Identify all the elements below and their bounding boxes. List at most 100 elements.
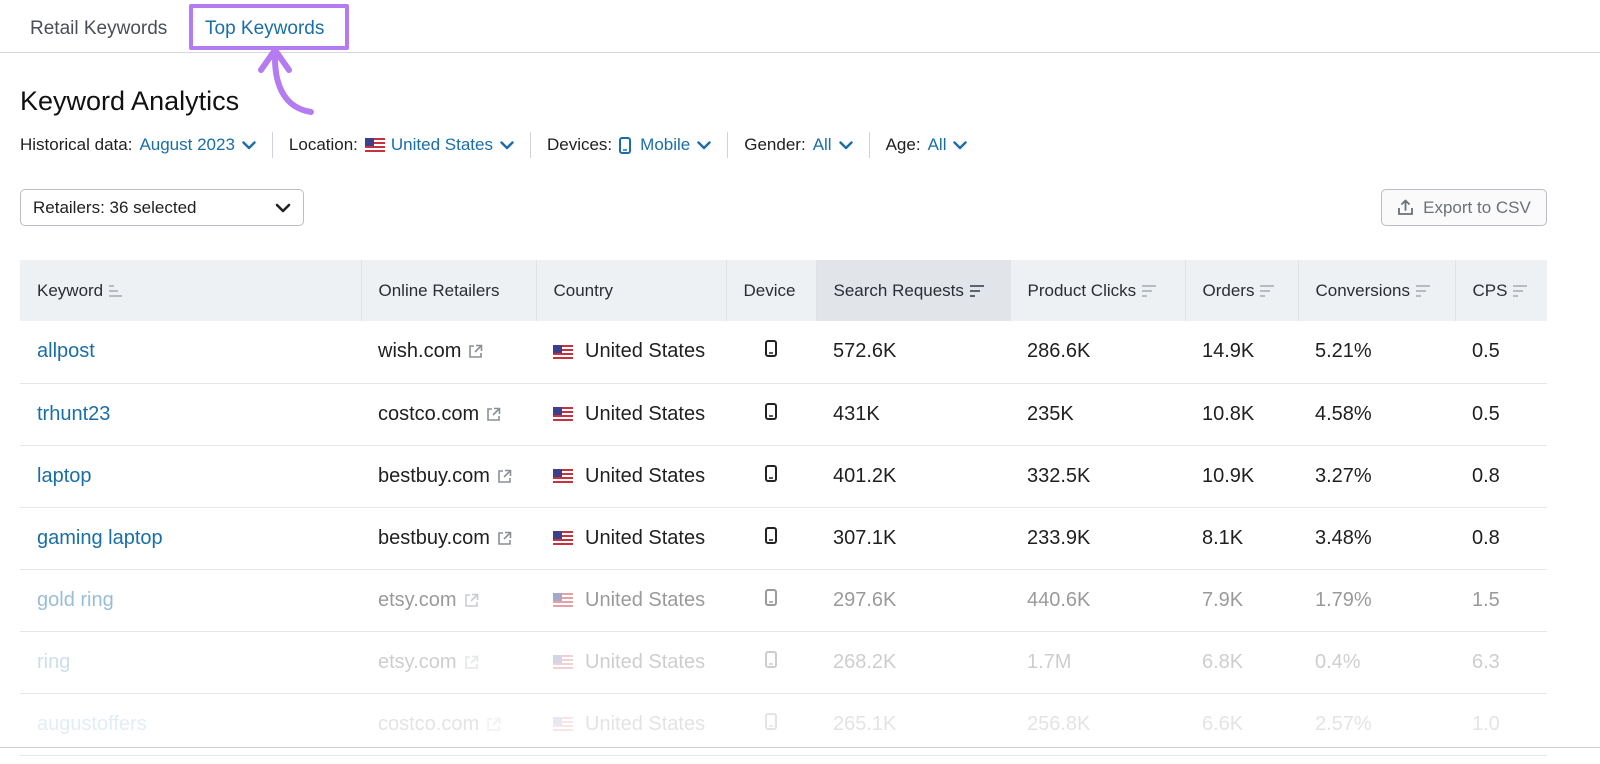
country-text: United States bbox=[585, 464, 706, 487]
cell-product-clicks: 233.9K bbox=[1010, 507, 1185, 570]
filter-gender-value: All bbox=[812, 135, 832, 154]
keyword-link[interactable]: augustoffers bbox=[37, 713, 147, 735]
sort-icon bbox=[1260, 285, 1275, 298]
filter-age: Age: All bbox=[870, 132, 984, 158]
cell-country: United States bbox=[536, 445, 726, 508]
cell-keyword: gaming laptop bbox=[20, 507, 361, 570]
column-header-search-requests[interactable]: Search Requests bbox=[816, 260, 1011, 321]
table-row: laptop bestbuy.com United States 401.2K 332.… bbox=[20, 445, 1547, 508]
mobile-phone-icon bbox=[765, 526, 777, 544]
sort-icon bbox=[1513, 285, 1528, 298]
cell-conversions: 1.79% bbox=[1298, 569, 1455, 632]
column-header-orders[interactable]: Orders bbox=[1185, 260, 1299, 321]
cell-country: United States bbox=[536, 383, 726, 446]
column-header-cps[interactable]: CPS bbox=[1455, 260, 1547, 321]
cell-conversions: 4.58% bbox=[1298, 383, 1455, 446]
filter-historical-dropdown[interactable]: August 2023 bbox=[139, 135, 256, 155]
cell-conversions: 0.4% bbox=[1298, 631, 1455, 694]
table-row: ring etsy.com United States 268.2K 1.7M 6.8K 0… bbox=[20, 631, 1547, 694]
filter-historical: Historical data: August 2023 bbox=[20, 132, 273, 158]
column-header-keyword[interactable]: Keyword bbox=[20, 260, 362, 321]
cell-cps: 6.3 bbox=[1455, 631, 1547, 694]
us-flag-icon bbox=[553, 344, 573, 359]
keyword-link[interactable]: ring bbox=[37, 651, 70, 673]
cell-retailer: bestbuy.com bbox=[361, 445, 536, 508]
cell-cps: 0.8 bbox=[1455, 445, 1547, 508]
export-csv-button[interactable]: Export to CSV bbox=[1381, 189, 1547, 226]
cell-retailer: bestbuy.com bbox=[361, 507, 536, 570]
tab-retail-keywords[interactable]: Retail Keywords bbox=[30, 18, 167, 40]
filter-location: Location: United States bbox=[273, 132, 531, 158]
cell-country: United States bbox=[536, 569, 726, 632]
column-header-online-retailers: Online Retailers bbox=[361, 260, 537, 321]
sort-descending-icon bbox=[969, 285, 984, 298]
keyword-link[interactable]: allpost bbox=[37, 340, 95, 362]
column-header-label: Orders bbox=[1202, 280, 1255, 300]
column-header-conversions[interactable]: Conversions bbox=[1298, 260, 1456, 321]
column-header-label: Country bbox=[553, 280, 614, 300]
external-link-icon[interactable] bbox=[497, 531, 512, 546]
filter-location-label: Location: bbox=[288, 135, 358, 154]
external-link-icon[interactable] bbox=[497, 469, 512, 484]
filter-location-dropdown[interactable]: United States bbox=[364, 135, 514, 155]
page-title: Keyword Analytics bbox=[20, 86, 240, 116]
cell-keyword: allpost bbox=[20, 321, 361, 384]
filter-devices-dropdown[interactable]: Mobile bbox=[619, 135, 711, 155]
cell-cps: 1.5 bbox=[1455, 569, 1547, 632]
column-header-device: Device bbox=[726, 260, 817, 321]
keyword-link[interactable]: gaming laptop bbox=[37, 527, 163, 549]
filter-devices: Devices: Mobile bbox=[531, 132, 729, 158]
cell-conversions: 3.27% bbox=[1298, 445, 1455, 508]
cell-product-clicks: 286.6K bbox=[1010, 321, 1185, 384]
cell-device bbox=[726, 445, 816, 508]
filter-age-dropdown[interactable]: All bbox=[928, 135, 968, 155]
country-text: United States bbox=[585, 650, 706, 673]
us-flag-icon bbox=[553, 593, 573, 608]
divider bbox=[0, 747, 1600, 748]
cell-search-requests: 265.1K bbox=[816, 693, 1010, 756]
mobile-phone-icon bbox=[619, 136, 632, 154]
export-upload-icon bbox=[1398, 199, 1414, 215]
cell-orders: 14.9K bbox=[1185, 321, 1298, 384]
retailers-select[interactable]: Retailers: 36 selected bbox=[20, 189, 304, 226]
column-header-label: Conversions bbox=[1315, 280, 1411, 300]
filter-gender: Gender: All bbox=[728, 132, 870, 158]
mobile-phone-icon bbox=[765, 464, 777, 482]
external-link-icon[interactable] bbox=[486, 407, 501, 422]
retailer-text: wish.com bbox=[378, 340, 462, 363]
cell-conversions: 5.21% bbox=[1298, 321, 1455, 384]
keyword-link[interactable]: gold ring bbox=[37, 589, 114, 611]
cell-search-requests: 401.2K bbox=[816, 445, 1010, 508]
external-link-icon[interactable] bbox=[464, 655, 479, 670]
keyword-link[interactable]: laptop bbox=[37, 465, 92, 487]
cell-search-requests: 307.1K bbox=[816, 507, 1010, 570]
mobile-phone-icon bbox=[765, 650, 777, 668]
retailer-text: costco.com bbox=[378, 712, 480, 735]
cell-device bbox=[726, 383, 816, 446]
cell-keyword: augustoffers bbox=[20, 693, 361, 756]
country-text: United States bbox=[585, 526, 706, 549]
external-link-icon[interactable] bbox=[464, 593, 479, 608]
cell-product-clicks: 440.6K bbox=[1010, 569, 1185, 632]
chevron-down-icon bbox=[697, 140, 711, 149]
country-text: United States bbox=[585, 588, 706, 611]
external-link-icon[interactable] bbox=[468, 344, 483, 359]
mobile-phone-icon bbox=[765, 588, 777, 606]
cell-device bbox=[726, 569, 816, 632]
country-text: United States bbox=[585, 402, 706, 425]
cell-cps: 0.8 bbox=[1455, 507, 1547, 570]
country-text: United States bbox=[585, 712, 706, 735]
column-header-label: Device bbox=[743, 280, 796, 300]
column-header-label: Keyword bbox=[37, 280, 104, 300]
keyword-link[interactable]: trhunt23 bbox=[37, 403, 110, 425]
external-link-icon[interactable] bbox=[486, 717, 501, 732]
table-body: allpost wish.com United States 572.6K 286.6K… bbox=[20, 321, 1547, 756]
keyword-table: Keyword Online Retailers Country Device … bbox=[20, 260, 1547, 756]
cell-search-requests: 297.6K bbox=[816, 569, 1010, 632]
cell-search-requests: 268.2K bbox=[816, 631, 1010, 694]
us-flag-icon bbox=[364, 138, 385, 152]
cell-product-clicks: 256.8K bbox=[1010, 693, 1185, 756]
column-header-product-clicks[interactable]: Product Clicks bbox=[1010, 260, 1186, 321]
filter-bar: Historical data: August 2023 Location: U… bbox=[20, 132, 983, 158]
filter-gender-dropdown[interactable]: All bbox=[813, 135, 853, 155]
